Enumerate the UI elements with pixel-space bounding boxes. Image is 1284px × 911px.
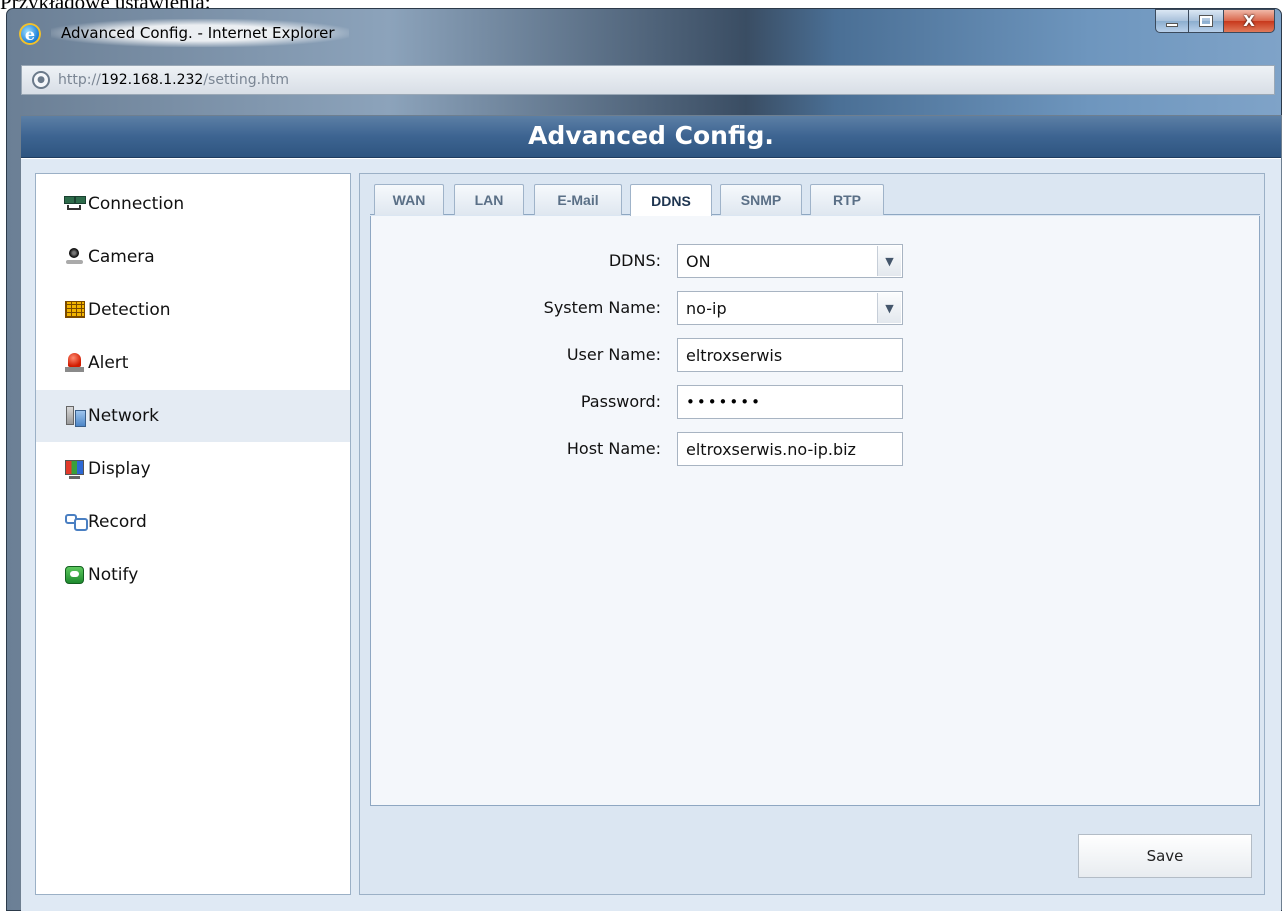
close-button[interactable]: X [1223, 9, 1275, 33]
system-name-select[interactable]: no-ip ▼ [677, 291, 903, 325]
sidebar: Connection Camera Detection Alert Networ… [35, 173, 351, 895]
window-controls: X [1155, 9, 1275, 37]
page-title: Advanced Config. [21, 116, 1281, 158]
sidebar-item-record[interactable]: Record [36, 496, 350, 548]
system-name-select-value: no-ip [686, 298, 727, 318]
maximize-icon [1199, 15, 1213, 27]
minimize-button[interactable] [1155, 9, 1189, 33]
address-host: 192.168.1.232 [100, 72, 204, 88]
sidebar-item-label: Detection [88, 300, 171, 320]
user-name-label: User Name: [566, 345, 661, 364]
system-name-row: System Name: no-ip ▼ [371, 289, 1259, 327]
content-area: Connection Camera Detection Alert Networ… [21, 159, 1281, 911]
network-icon [64, 406, 86, 427]
config-page: Advanced Config. Connection Camera Detec… [20, 115, 1282, 911]
ddns-label: DDNS: [608, 251, 661, 270]
close-icon: X [1243, 12, 1255, 30]
tab-bar: WAN LAN E-Mail DDNS SNMP RTP [370, 182, 1260, 216]
sidebar-item-label: Notify [88, 565, 139, 585]
address-bar[interactable]: ● http://192.168.1.232/setting.htm [21, 65, 1275, 95]
password-label: Password: [580, 392, 661, 411]
sidebar-item-notify[interactable]: Notify [36, 549, 350, 601]
host-name-label: Host Name: [566, 439, 661, 458]
chevron-down-icon[interactable]: ▼ [877, 293, 901, 323]
ddns-select-value: ON [686, 251, 711, 271]
window-title: Advanced Config. - Internet Explorer [51, 19, 349, 47]
user-name-row: User Name: eltroxserwis [371, 336, 1259, 374]
title-bar[interactable]: e Advanced Config. - Internet Explorer X [7, 9, 1281, 57]
tab-snmp[interactable]: SNMP [720, 184, 802, 215]
sidebar-item-camera[interactable]: Camera [36, 231, 350, 283]
ddns-settings-panel: DDNS: ON ▼ System Name: no-ip ▼ User Nam… [370, 216, 1260, 806]
sidebar-item-connection[interactable]: Connection [36, 178, 350, 230]
user-name-input[interactable]: eltroxserwis [677, 338, 903, 372]
host-name-row: Host Name: eltroxserwis.no-ip.biz [371, 430, 1259, 468]
minimize-icon [1166, 23, 1178, 27]
display-icon [64, 459, 86, 479]
password-row: Password: ••••••• [371, 383, 1259, 421]
tab-lan[interactable]: LAN [454, 184, 524, 215]
sidebar-item-label: Camera [88, 247, 155, 267]
address-path: /setting.htm [203, 72, 290, 88]
internet-explorer-icon: e [19, 23, 41, 45]
main-panel: WAN LAN E-Mail DDNS SNMP RTP DDNS: ON ▼ … [359, 173, 1265, 895]
connection-icon [64, 194, 86, 214]
ddns-row: DDNS: ON ▼ [371, 242, 1259, 280]
sidebar-item-detection[interactable]: Detection [36, 284, 350, 336]
record-icon [64, 512, 88, 532]
alarm-siren-icon [64, 353, 86, 373]
system-name-label: System Name: [543, 298, 661, 317]
sidebar-item-label: Connection [88, 194, 185, 214]
sidebar-item-label: Alert [88, 353, 129, 373]
chevron-down-icon[interactable]: ▼ [877, 246, 901, 276]
page-info-icon: ● [32, 71, 50, 89]
sidebar-item-label: Record [88, 512, 147, 532]
notify-icon [64, 565, 86, 585]
maximize-button[interactable] [1188, 9, 1224, 33]
address-protocol: http:// [58, 72, 101, 88]
tab-wan[interactable]: WAN [374, 184, 444, 215]
tab-rtp[interactable]: RTP [810, 184, 884, 215]
sidebar-item-label: Display [88, 459, 151, 479]
detection-grid-icon [64, 300, 86, 320]
sidebar-item-display[interactable]: Display [36, 443, 350, 495]
save-button[interactable]: Save [1078, 834, 1252, 878]
camera-icon [64, 247, 86, 267]
tab-ddns[interactable]: DDNS [630, 184, 712, 216]
host-name-input[interactable]: eltroxserwis.no-ip.biz [677, 432, 903, 466]
sidebar-item-alert[interactable]: Alert [36, 337, 350, 389]
ddns-select[interactable]: ON ▼ [677, 244, 903, 278]
sidebar-item-label: Network [88, 406, 159, 426]
sidebar-item-network[interactable]: Network [36, 390, 350, 442]
password-field[interactable]: ••••••• [677, 385, 903, 419]
tab-email[interactable]: E-Mail [534, 184, 622, 215]
